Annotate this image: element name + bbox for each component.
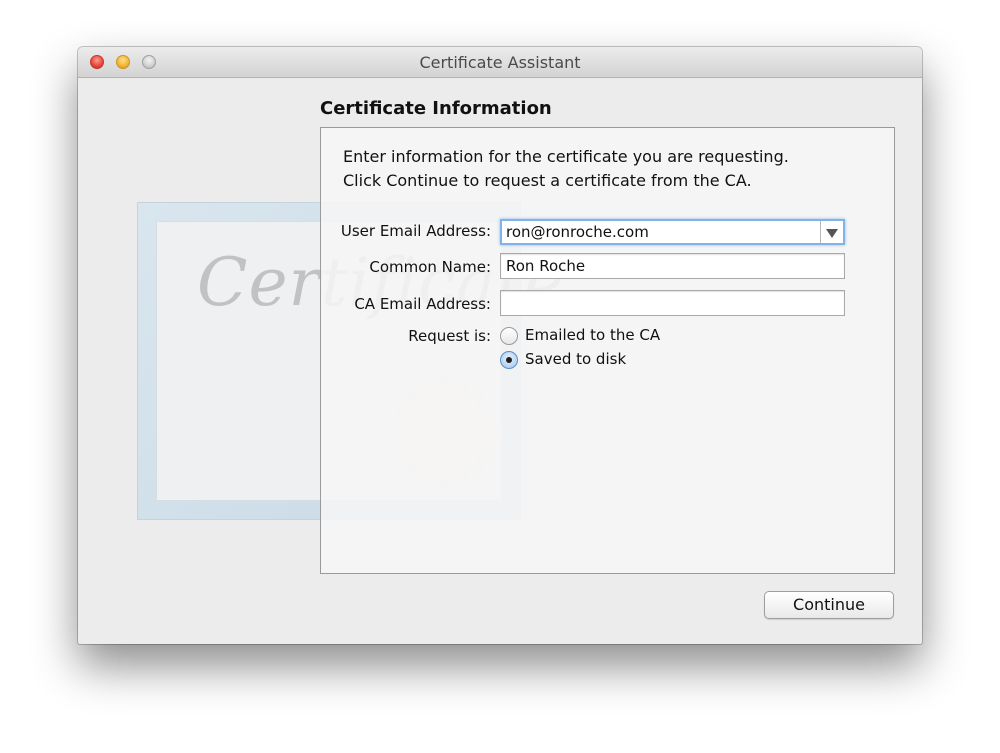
ca-email-field[interactable] xyxy=(500,290,845,316)
radio-selected-dot xyxy=(506,357,512,363)
ca-email-label: CA Email Address: xyxy=(354,295,491,313)
combo-divider xyxy=(820,221,821,243)
user-email-value: ron@ronroche.com xyxy=(506,223,649,241)
title-bar[interactable]: Certificate Assistant xyxy=(78,47,922,78)
radio-saved-to-disk[interactable] xyxy=(500,351,518,369)
intro-line-1: Enter information for the certificate yo… xyxy=(343,147,789,166)
certificate-info-panel: Enter information for the certificate yo… xyxy=(320,127,895,574)
radio-emailed-to-ca[interactable] xyxy=(500,327,518,345)
radio-label-emailed[interactable]: Emailed to the CA xyxy=(525,326,660,344)
chevron-down-icon[interactable] xyxy=(826,229,838,238)
intro-text: Enter information for the certificate yo… xyxy=(343,145,789,193)
user-email-combobox[interactable]: ron@ronroche.com xyxy=(500,219,845,245)
section-heading: Certificate Information xyxy=(320,98,552,119)
common-name-field[interactable]: Ron Roche xyxy=(500,253,845,279)
certificate-assistant-window: Certificate Assistant Certificate Certif… xyxy=(78,47,922,644)
radio-label-saved[interactable]: Saved to disk xyxy=(525,350,626,368)
intro-line-2: Click Continue to request a certificate … xyxy=(343,171,752,190)
continue-button[interactable]: Continue xyxy=(764,591,894,619)
window-title: Certificate Assistant xyxy=(419,53,581,72)
common-name-label: Common Name: xyxy=(369,258,491,276)
request-is-label: Request is: xyxy=(408,327,491,345)
user-email-label: User Email Address: xyxy=(340,222,491,240)
